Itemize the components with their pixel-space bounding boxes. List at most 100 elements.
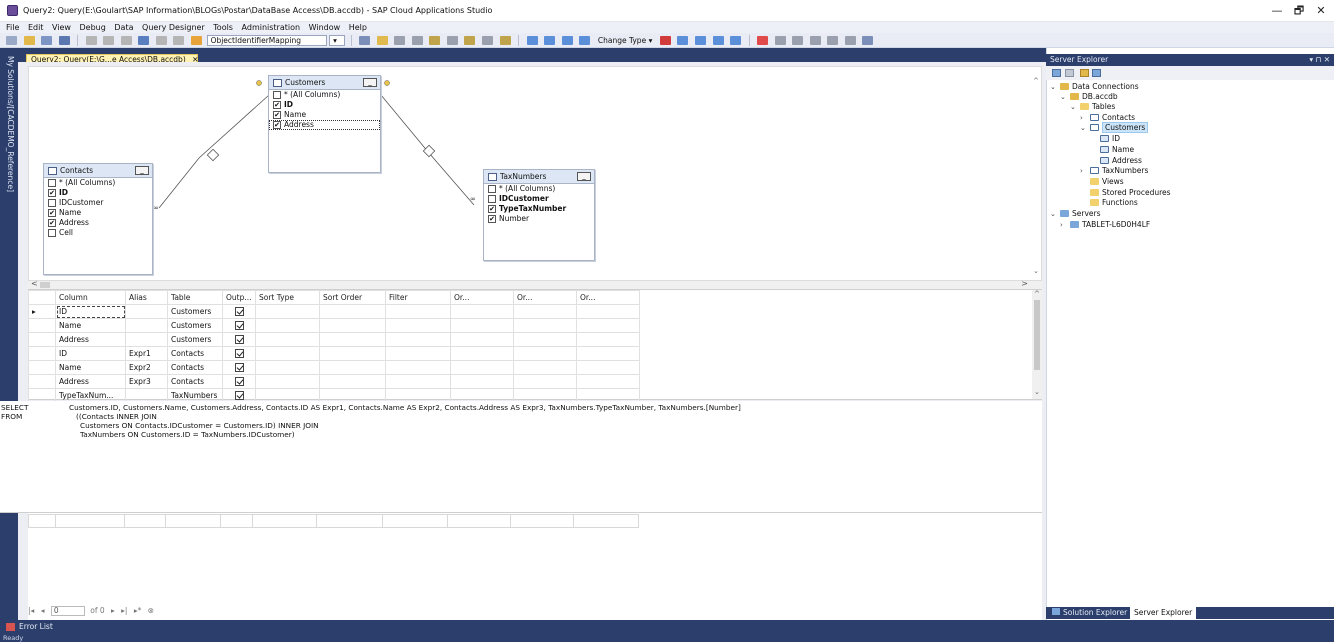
debug-icon[interactable] — [792, 36, 804, 45]
grid-cell-table[interactable]: Customers — [167, 332, 223, 347]
grid-cell[interactable] — [450, 374, 514, 389]
query-tool-icon[interactable] — [482, 36, 494, 45]
grid-cell[interactable] — [576, 318, 640, 333]
grid-cell[interactable] — [385, 332, 451, 347]
column-checkbox[interactable] — [488, 195, 496, 203]
output-checkbox[interactable] — [234, 321, 244, 331]
column-row[interactable]: ✔ ID — [44, 188, 152, 198]
query-tool-icon[interactable] — [446, 36, 458, 45]
delete-record-icon[interactable]: ⊗ — [148, 606, 154, 615]
column-header[interactable]: Or... — [513, 290, 577, 305]
grid-cell[interactable] — [513, 374, 577, 389]
grid-cell[interactable] — [385, 374, 451, 389]
grid-cell-table[interactable]: Contacts — [167, 360, 223, 375]
previous-record-icon[interactable]: ◂ — [41, 606, 45, 615]
scroll-right-icon[interactable]: > — [1021, 279, 1028, 288]
column-row[interactable]: * (All Columns) — [484, 184, 594, 194]
menu-tools[interactable]: Tools — [213, 22, 233, 33]
query-tool-icon[interactable] — [499, 36, 511, 45]
grid-cell[interactable] — [450, 360, 514, 375]
tree-node-tables[interactable]: ⌄ Tables — [1070, 102, 1115, 112]
solution-config-combo[interactable]: ObjectIdentifierMapping — [206, 35, 327, 46]
results-header-cell[interactable] — [573, 514, 639, 528]
grid-cell-alias[interactable] — [125, 318, 168, 333]
column-header[interactable]: Column — [55, 290, 126, 305]
grid-cell[interactable] — [450, 332, 514, 347]
grid-cell-column[interactable]: Name — [55, 360, 126, 375]
connect-server-icon[interactable] — [1092, 69, 1101, 77]
change-type-button[interactable]: Change Type ▾ — [598, 33, 652, 47]
menu-debug[interactable]: Debug — [80, 22, 106, 33]
grid-cell-table[interactable]: Contacts — [167, 346, 223, 361]
row-selector[interactable] — [28, 332, 56, 347]
undo-icon[interactable] — [138, 36, 150, 45]
refresh-icon[interactable] — [1052, 69, 1061, 77]
column-checkbox[interactable]: ✔ — [48, 189, 56, 197]
tab-server-explorer[interactable]: Server Explorer — [1130, 607, 1197, 619]
grid-cell[interactable] — [576, 346, 640, 361]
query-tool-icon[interactable] — [429, 36, 441, 45]
column-checkbox[interactable] — [488, 185, 496, 193]
scroll-up-icon[interactable]: ^ — [1033, 77, 1039, 85]
grid-cell[interactable] — [319, 318, 386, 333]
grid-cell[interactable] — [513, 318, 577, 333]
tree-node-data-connections[interactable]: ⌄ Data Connections — [1050, 82, 1139, 92]
record-number-input[interactable]: 0 — [50, 606, 85, 616]
output-checkbox[interactable] — [234, 377, 244, 387]
results-header-cell[interactable] — [28, 514, 56, 528]
group-by-icon[interactable] — [694, 36, 706, 45]
column-checkbox[interactable]: ✔ — [273, 121, 281, 129]
save-icon[interactable] — [41, 36, 53, 45]
results-header-cell[interactable] — [382, 514, 448, 528]
tree-node-functions[interactable]: Functions — [1090, 198, 1138, 208]
column-checkbox[interactable]: ✔ — [48, 209, 56, 217]
grid-cell-table[interactable]: Customers — [167, 304, 223, 319]
results-header-cell[interactable] — [220, 514, 253, 528]
redo-icon[interactable] — [155, 36, 167, 45]
table-row[interactable]: ▸ ID Customers — [28, 304, 640, 319]
chevron-down-icon[interactable]: ⌄ — [1080, 123, 1090, 133]
tab-solution-explorer[interactable]: Solution Explorer — [1048, 607, 1131, 619]
solutions-rail-label[interactable]: My Solutions/[CACDEMO_Reference] — [3, 56, 15, 192]
output-checkbox[interactable] — [234, 307, 244, 317]
column-checkbox[interactable]: ✔ — [48, 219, 56, 227]
query-tool-icon[interactable] — [464, 36, 476, 45]
grid-cell[interactable] — [385, 318, 451, 333]
grid-cell[interactable] — [576, 332, 640, 347]
column-row[interactable]: ✔ Address — [44, 218, 152, 228]
column-row[interactable]: ✔ Name — [44, 208, 152, 218]
grid-cell-output[interactable] — [222, 346, 256, 361]
last-record-icon[interactable]: ▸| — [121, 606, 127, 615]
debug-icon[interactable] — [827, 36, 839, 45]
diagram-horizontal-scrollbar[interactable]: < > — [28, 279, 1042, 289]
tree-node-views[interactable]: Views — [1090, 177, 1124, 187]
column-header[interactable]: Alias — [125, 290, 168, 305]
output-checkbox[interactable] — [234, 335, 244, 345]
debug-icon[interactable] — [774, 36, 786, 45]
new-project-icon[interactable] — [6, 36, 17, 45]
grid-cell[interactable] — [513, 304, 577, 319]
scroll-down-icon[interactable]: ⌄ — [1034, 388, 1040, 396]
verify-sql-icon[interactable] — [677, 36, 689, 45]
tree-node-servers[interactable]: ⌄ Servers — [1050, 209, 1101, 219]
row-selector-arrow-icon[interactable]: ▸ — [28, 304, 56, 319]
column-row[interactable]: ✔ ID — [269, 100, 380, 110]
results-header-cell[interactable] — [252, 514, 317, 528]
show-diagram-pane-icon[interactable] — [526, 36, 538, 45]
column-header[interactable]: Or... — [450, 290, 514, 305]
grid-cell-column[interactable]: ID — [55, 304, 126, 319]
chevron-down-icon[interactable]: ⌄ — [1050, 82, 1060, 92]
grid-cell[interactable] — [319, 360, 386, 375]
navigate-icon[interactable] — [173, 36, 185, 45]
paste-icon[interactable] — [120, 36, 132, 45]
table-row[interactable]: Address Expr3 Contacts — [28, 374, 640, 389]
row-selector[interactable] — [28, 318, 56, 333]
diagram-pane[interactable]: ∞ ∞ Contacts _ * (All Columns) ✔ ID IDCus… — [28, 66, 1042, 281]
add-table-icon[interactable] — [712, 36, 724, 45]
table-contacts[interactable]: Contacts _ * (All Columns) ✔ ID IDCustome… — [43, 163, 153, 275]
grid-cell-output[interactable] — [222, 360, 256, 375]
scrollbar-thumb[interactable] — [1034, 300, 1040, 370]
grid-cell[interactable] — [255, 318, 320, 333]
grid-cell[interactable] — [513, 332, 577, 347]
minimize-table-button[interactable]: _ — [135, 166, 149, 175]
